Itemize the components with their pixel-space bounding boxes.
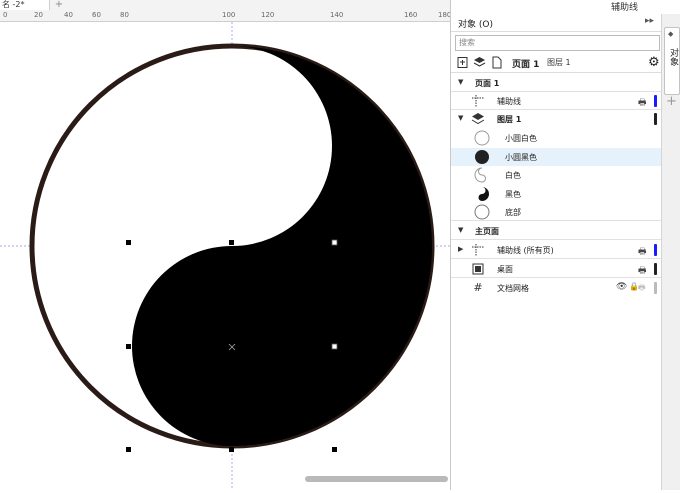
ruler-number: 100 <box>222 11 236 19</box>
document-tab[interactable]: 名 -2* <box>0 0 50 10</box>
horizontal-scrollbar[interactable] <box>305 476 448 482</box>
current-layer-label[interactable]: 图层 1 <box>547 57 571 68</box>
black-circle-thumbnail <box>475 150 489 164</box>
ruler-number: 80 <box>120 11 129 19</box>
row-label: 黑色 <box>505 190 521 199</box>
ruler-number: 0 <box>3 11 8 19</box>
row-label: 辅助线 (所有页) <box>497 246 554 255</box>
objects-docker-tab[interactable]: ◆ 对象 <box>664 27 680 95</box>
page-row[interactable]: ▼ 页面 1 <box>451 74 661 92</box>
guides-icon <box>471 94 485 108</box>
object-row[interactable]: 底部 <box>451 203 661 221</box>
side-tab-label: 对象 <box>668 48 678 66</box>
row-label: 白色 <box>505 171 521 180</box>
panel-header: 对象 (O) ▸▸ <box>451 14 661 32</box>
ruler-number: 160 <box>404 11 418 19</box>
object-row[interactable]: 黑色 <box>451 185 661 203</box>
ruler-number: 120 <box>261 11 275 19</box>
layer-color-bar <box>654 113 657 125</box>
gear-icon[interactable]: ⚙ <box>648 55 660 70</box>
search-input[interactable]: 搜索 <box>455 35 660 51</box>
object-row[interactable]: 白色 <box>451 166 661 184</box>
guides-icon <box>471 243 485 257</box>
printer-icon[interactable]: 🖶 <box>638 263 647 279</box>
black-shape-thumbnail <box>478 187 489 201</box>
row-label: 桌面 <box>497 265 513 274</box>
row-label: 页面 1 <box>475 79 500 88</box>
layer-color-bar <box>654 95 657 107</box>
objects-panel: 辅助线 对象 (O) ▸▸ ✕ 搜索 页面 1 图层 1 ⚙ ▼ 页面 1 辅助… <box>450 0 680 490</box>
row-label: 主页面 <box>475 227 499 236</box>
document-grid-row[interactable]: # 文档网格 👁 🔒 🖶 <box>451 279 661 297</box>
expand-arrow-icon[interactable]: ▼ <box>458 78 463 86</box>
expand-arrow-icon[interactable]: ▶ <box>458 245 463 253</box>
yin-yang-drawing[interactable] <box>0 22 450 490</box>
expand-arrow-icon[interactable]: ▼ <box>458 114 463 122</box>
printer-icon[interactable]: 🖶 <box>638 282 646 296</box>
panel-title: 对象 (O) <box>458 20 493 30</box>
docker-caption: 辅助线 <box>611 3 639 13</box>
add-docker-button[interactable]: + <box>666 94 677 109</box>
objects-toolbar: 页面 1 图层 1 ⚙ <box>451 53 661 73</box>
page-icon[interactable] <box>490 56 503 69</box>
printer-icon[interactable]: 🖶 <box>638 244 647 260</box>
layers-icon[interactable] <box>473 56 486 69</box>
row-label: 小圆黑色 <box>505 153 537 162</box>
object-row-selected[interactable]: 小圆黑色 <box>451 148 661 166</box>
white-shape-thumbnail <box>474 167 486 183</box>
white-circle-thumbnail <box>474 130 490 146</box>
eye-icon[interactable]: 👁 <box>616 282 627 292</box>
row-label: 底部 <box>505 208 521 217</box>
drawing-canvas[interactable] <box>0 22 450 490</box>
ruler-number: 40 <box>64 11 73 19</box>
guides-row[interactable]: 辅助线 🖶 <box>451 92 661 110</box>
object-row[interactable]: 小圆白色 <box>451 129 661 147</box>
top-ruler: 名 -2* + 0 20 40 60 80 100 120 140 160 18… <box>0 0 452 22</box>
ruler-number: 20 <box>34 11 43 19</box>
printer-icon[interactable]: 🖶 <box>638 95 647 111</box>
layer-color-bar <box>654 263 657 275</box>
row-label: 小圆白色 <box>505 134 537 143</box>
desktop-icon <box>471 262 485 276</box>
layer-row[interactable]: ▼ 图层 1 <box>451 110 661 128</box>
desktop-row[interactable]: 桌面 🖶 <box>451 260 661 278</box>
ruler-number: 60 <box>92 11 101 19</box>
tab-arrow-icon: ◆ <box>668 30 674 38</box>
docker-tab-strip: ◆ 对象 + <box>661 14 680 490</box>
row-label: 文档网格 <box>497 284 529 293</box>
add-tab-button[interactable]: + <box>52 0 66 10</box>
page-navigator-icon[interactable] <box>456 56 469 69</box>
master-page-row[interactable]: ▼ 主页面 <box>451 222 661 240</box>
grid-icon: # <box>473 281 483 294</box>
current-page-label[interactable]: 页面 1 <box>512 57 539 70</box>
base-circle-thumbnail <box>474 204 490 220</box>
layer-color-bar <box>654 282 657 294</box>
ruler-number: 140 <box>330 11 344 19</box>
layer-color-bar <box>654 244 657 256</box>
row-label: 辅助线 <box>497 97 521 106</box>
layers-icon <box>471 112 485 126</box>
master-guides-row[interactable]: ▶ 辅助线 (所有页) 🖶 <box>451 241 661 259</box>
collapse-panel-icon[interactable]: ▸▸ <box>645 16 654 26</box>
expand-arrow-icon[interactable]: ▼ <box>458 226 463 234</box>
row-label: 图层 1 <box>497 115 522 124</box>
